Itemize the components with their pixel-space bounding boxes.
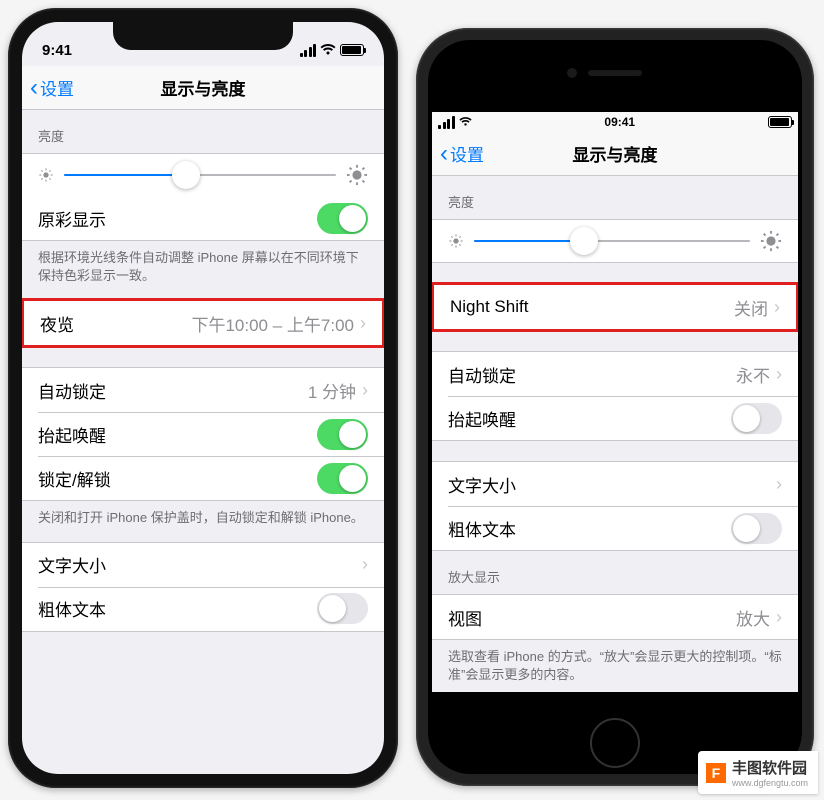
lock-unlock-footer: 关闭和打开 iPhone 保护盖时，自动锁定和解锁 iPhone。 xyxy=(22,501,384,541)
bold-text-row: 粗体文本 xyxy=(22,587,384,631)
night-shift-detail: 关闭 xyxy=(734,295,768,320)
signal-icon xyxy=(300,44,317,57)
raise-to-wake-label: 抬起唤醒 xyxy=(38,422,317,447)
night-shift-row[interactable]: 夜览 下午10:00 – 上午7:00 › xyxy=(24,301,382,345)
night-shift-label: Night Shift xyxy=(450,297,734,317)
view-row[interactable]: 视图 放大 › xyxy=(432,595,798,639)
auto-lock-detail: 永不 xyxy=(736,362,770,387)
bold-text-label: 粗体文本 xyxy=(448,516,731,541)
sun-large-icon xyxy=(760,230,782,252)
wifi-icon xyxy=(320,44,336,56)
text-size-label: 文字大小 xyxy=(38,552,362,577)
chevron-right-icon: › xyxy=(362,554,368,575)
view-label: 视图 xyxy=(448,605,736,630)
bold-text-toggle[interactable] xyxy=(317,593,368,624)
status-time: 09:41 xyxy=(604,115,635,129)
raise-to-wake-row: 抬起唤醒 xyxy=(22,412,384,456)
brightness-header: 亮度 xyxy=(22,110,384,153)
watermark-name: 丰图软件园 xyxy=(732,760,807,777)
status-bar: 09:41 xyxy=(432,112,798,132)
chevron-left-icon: ‹ xyxy=(440,142,448,166)
back-button[interactable]: ‹ 设置 xyxy=(440,141,484,166)
raise-to-wake-label: 抬起唤醒 xyxy=(448,406,731,431)
auto-lock-row[interactable]: 自动锁定 1 分钟 › xyxy=(22,368,384,412)
auto-lock-label: 自动锁定 xyxy=(38,378,308,403)
text-size-label: 文字大小 xyxy=(448,472,776,497)
raise-to-wake-row: 抬起唤醒 xyxy=(432,396,798,440)
back-label: 设置 xyxy=(40,75,74,100)
zoom-header: 放大显示 xyxy=(432,551,798,594)
night-shift-highlight: 夜览 下午10:00 – 上午7:00 › xyxy=(22,298,384,348)
phone-8-mockup: 09:41 ‹ 设置 显示与亮度 亮度 xyxy=(416,28,814,786)
sun-large-icon xyxy=(346,164,368,186)
nav-bar: ‹ 设置 显示与亮度 xyxy=(432,132,798,176)
front-camera xyxy=(567,68,577,78)
lock-unlock-row: 锁定/解锁 xyxy=(22,456,384,500)
bold-text-row: 粗体文本 xyxy=(432,506,798,550)
true-tone-row: 原彩显示 xyxy=(22,196,384,240)
night-shift-detail: 下午10:00 – 上午7:00 xyxy=(191,311,354,336)
lock-unlock-label: 锁定/解锁 xyxy=(38,466,317,491)
true-tone-footer: 根据环境光线条件自动调整 iPhone 屏幕以在不同环境下保持色彩显示一致。 xyxy=(22,241,384,299)
bold-text-label: 粗体文本 xyxy=(38,596,317,621)
auto-lock-detail: 1 分钟 xyxy=(308,378,356,403)
chevron-right-icon: › xyxy=(360,313,366,334)
chevron-right-icon: › xyxy=(776,607,782,628)
lock-unlock-toggle[interactable] xyxy=(317,463,368,494)
status-time: 9:41 xyxy=(42,42,72,59)
text-size-row[interactable]: 文字大小 › xyxy=(432,462,798,506)
auto-lock-label: 自动锁定 xyxy=(448,362,736,387)
page-title: 显示与亮度 xyxy=(573,141,658,166)
notch xyxy=(113,22,293,50)
watermark-url: www.dgfengtu.com xyxy=(732,778,808,788)
home-button[interactable] xyxy=(590,718,640,768)
chevron-right-icon: › xyxy=(362,380,368,401)
chevron-right-icon: › xyxy=(776,364,782,385)
speaker xyxy=(588,70,642,76)
night-shift-row[interactable]: Night Shift 关闭 › xyxy=(434,285,796,329)
watermark: F 丰图软件园 www.dgfengtu.com xyxy=(698,751,818,794)
chevron-right-icon: › xyxy=(774,297,780,318)
brightness-slider[interactable] xyxy=(432,220,798,262)
raise-to-wake-toggle[interactable] xyxy=(317,419,368,450)
chevron-right-icon: › xyxy=(776,474,782,495)
watermark-logo: F xyxy=(706,763,726,783)
night-shift-label: 夜览 xyxy=(40,311,191,336)
wifi-icon xyxy=(459,117,472,127)
raise-to-wake-toggle[interactable] xyxy=(731,403,782,434)
true-tone-toggle[interactable] xyxy=(317,203,368,234)
sun-small-icon xyxy=(448,233,464,249)
nav-bar: ‹ 设置 显示与亮度 xyxy=(22,66,384,110)
night-shift-highlight: Night Shift 关闭 › xyxy=(432,282,798,332)
battery-icon xyxy=(340,44,364,56)
back-label: 设置 xyxy=(450,141,484,166)
brightness-header: 亮度 xyxy=(432,176,798,219)
text-size-row[interactable]: 文字大小 › xyxy=(22,543,384,587)
phone-x-mockup: 9:41 ‹ 设置 显示与亮度 亮度 xyxy=(8,8,398,788)
back-button[interactable]: ‹ 设置 xyxy=(30,75,74,100)
bold-text-toggle[interactable] xyxy=(731,513,782,544)
zoom-footer: 选取查看 iPhone 的方式。“放大”会显示更大的控制项。“标准”会显示更多的… xyxy=(432,640,798,692)
true-tone-label: 原彩显示 xyxy=(38,206,317,231)
signal-icon xyxy=(438,116,455,129)
brightness-slider[interactable] xyxy=(22,154,384,196)
page-title: 显示与亮度 xyxy=(161,75,246,100)
view-detail: 放大 xyxy=(736,605,770,630)
auto-lock-row[interactable]: 自动锁定 永不 › xyxy=(432,352,798,396)
sun-small-icon xyxy=(38,167,54,183)
battery-icon xyxy=(768,116,792,128)
chevron-left-icon: ‹ xyxy=(30,76,38,100)
